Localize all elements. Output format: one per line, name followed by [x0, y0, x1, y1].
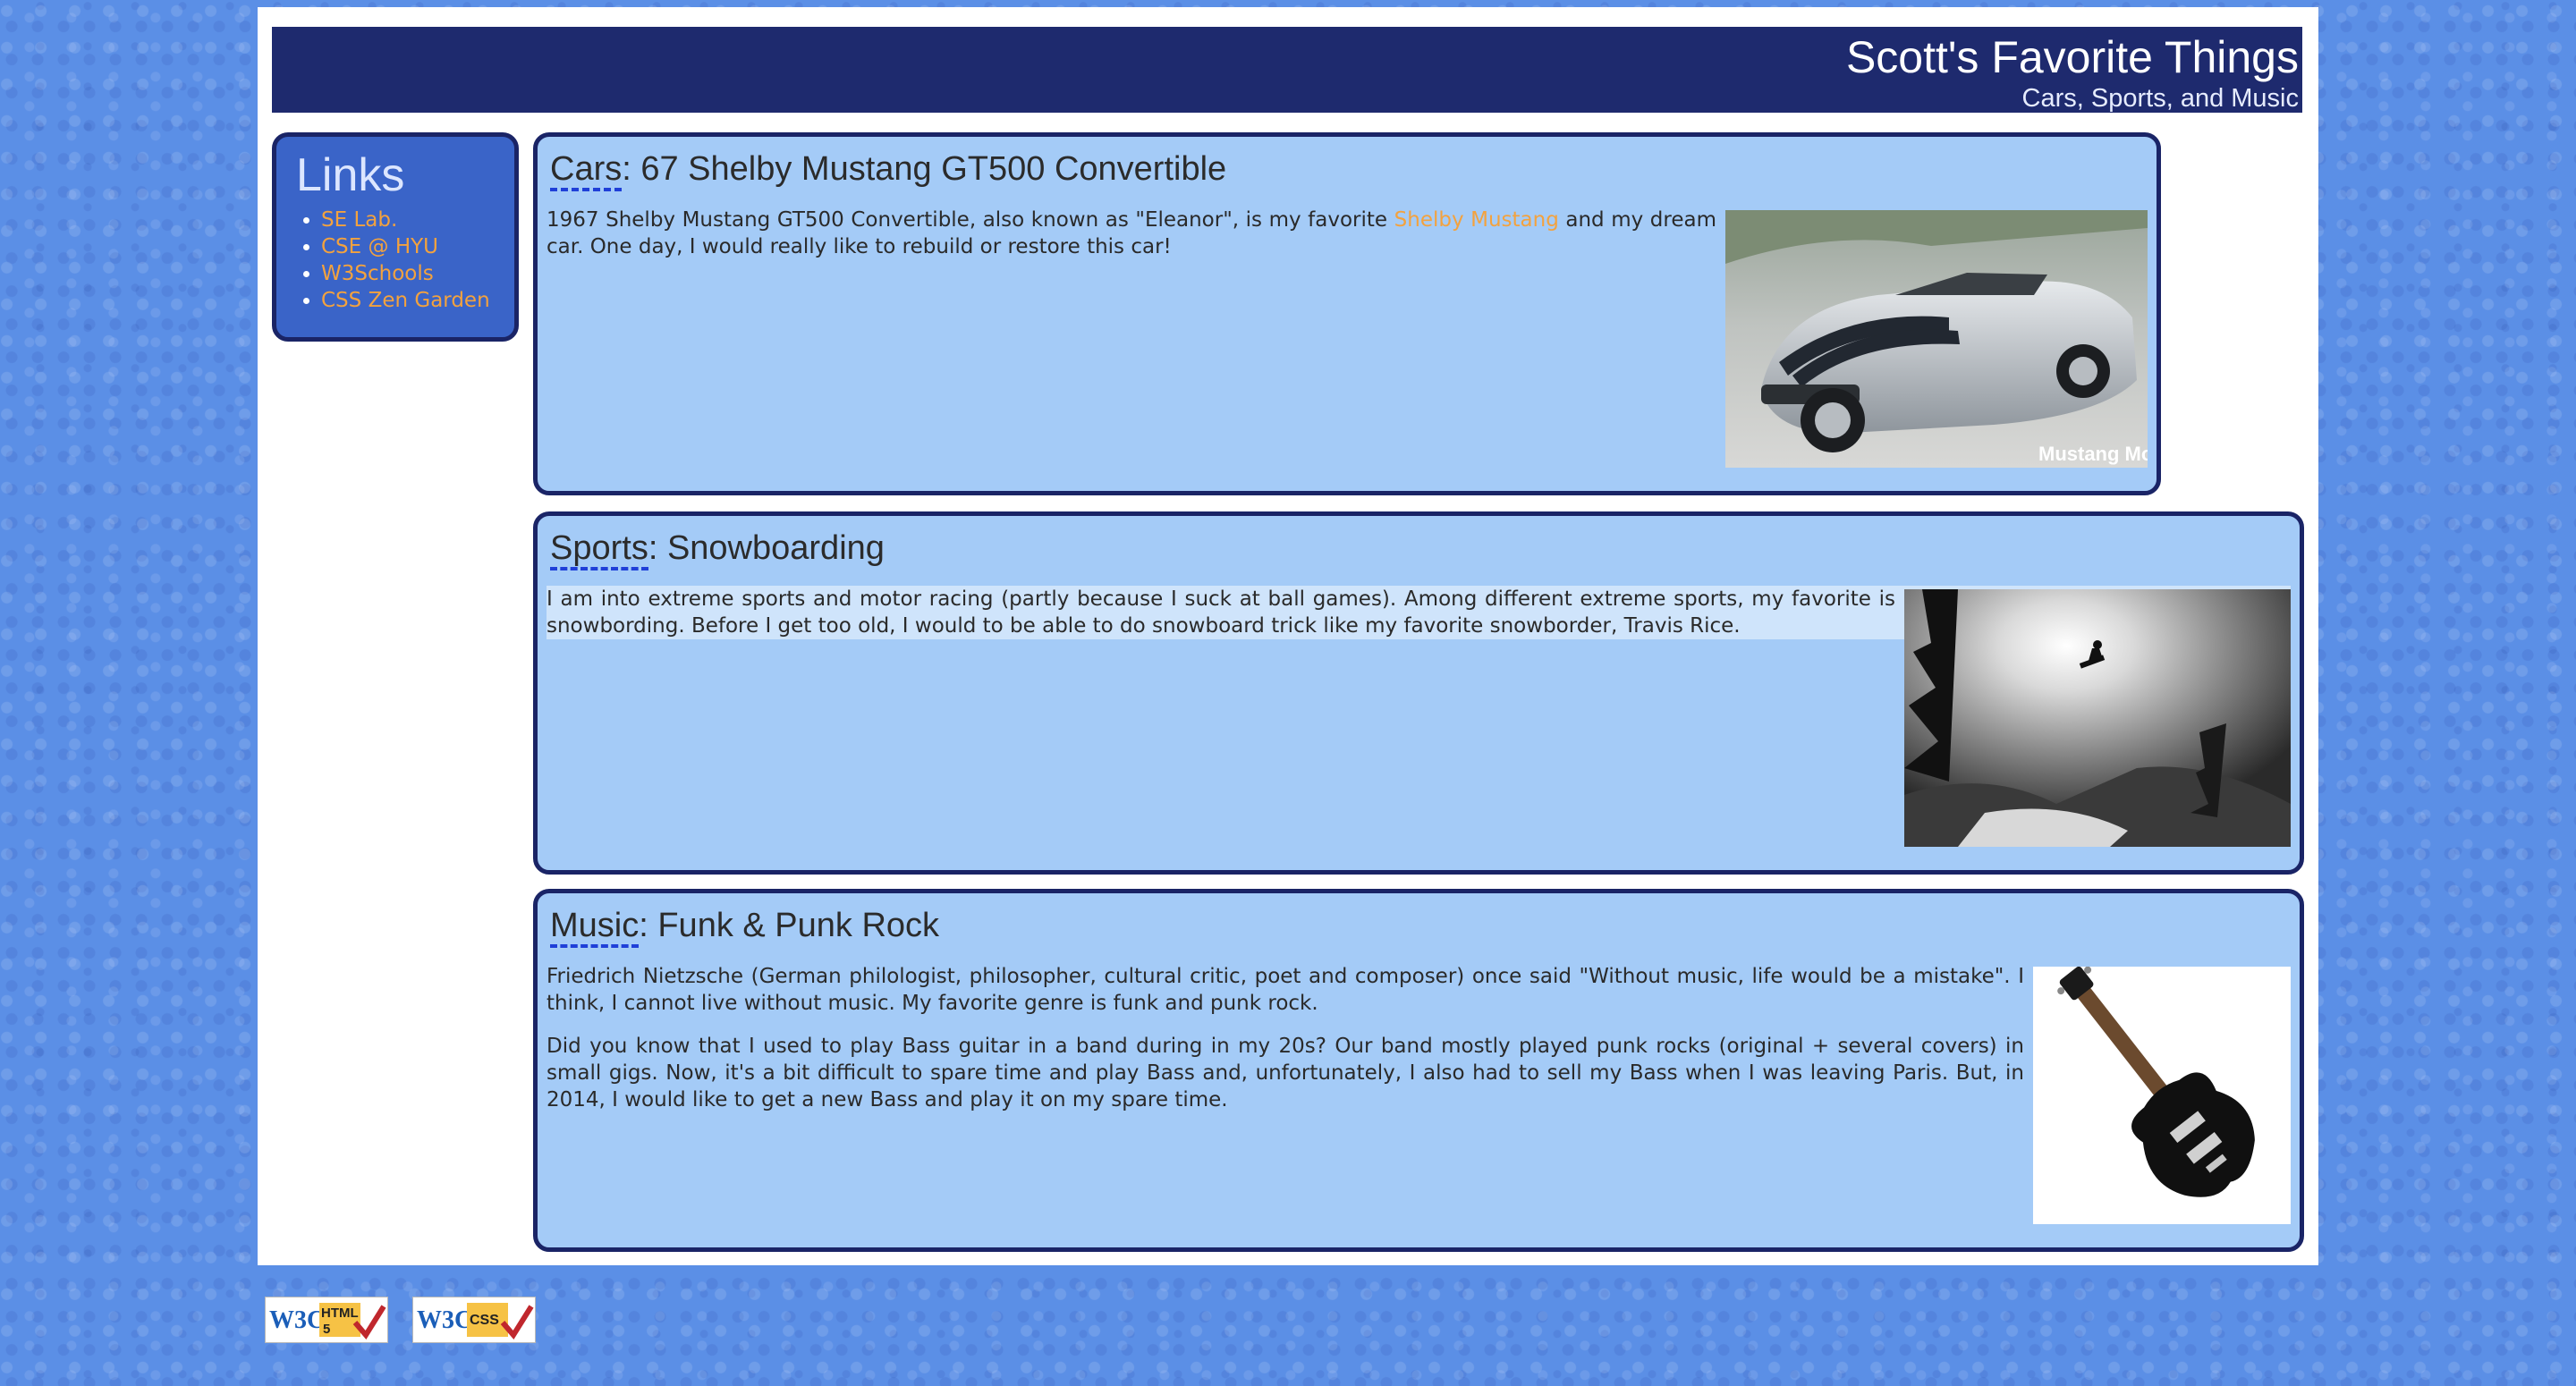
w3c-css-badge[interactable]: W3C CSS: [412, 1297, 537, 1343]
w3c-html5-badge[interactable]: W3C HTML 5: [265, 1297, 388, 1343]
w3c-css-badge-graphic: W3C CSS: [417, 1303, 534, 1340]
w3c-html-badge-graphic: W3C HTML 5: [269, 1303, 386, 1340]
site-header: Scott's Favorite Things Cars, Sports, an…: [272, 27, 2302, 113]
list-item: CSS Zen Garden: [321, 287, 500, 314]
music-paragraph-1: Friedrich Nietzsche (German philologist,…: [547, 965, 2024, 1015]
links-sidebar: Links SE Lab. CSE @ HYU W3Schools CSS Ze…: [272, 132, 519, 342]
link-css-zen-garden[interactable]: CSS Zen Garden: [321, 289, 490, 312]
snowboarder-image: [1904, 589, 2291, 847]
svg-text:W3C: W3C: [269, 1306, 325, 1334]
shelby-mustang-link[interactable]: Shelby Mustang: [1394, 208, 1559, 232]
music-paragraph-2: Did you know that I used to play Bass gu…: [547, 1035, 2024, 1111]
sports-title: : Snowboarding: [648, 529, 885, 567]
cars-heading: Cars: 67 Shelby Mustang GT500 Convertibl…: [550, 148, 2148, 191]
links-list: SE Lab. CSE @ HYU W3Schools CSS Zen Gard…: [291, 207, 500, 314]
link-se-lab[interactable]: SE Lab.: [321, 208, 397, 232]
svg-text:CSS: CSS: [470, 1313, 499, 1328]
cars-title: : 67 Shelby Mustang GT500 Convertible: [622, 150, 1227, 188]
link-w3schools[interactable]: W3Schools: [321, 262, 434, 285]
site-title: Scott's Favorite Things: [1845, 32, 2299, 82]
music-title: : Funk & Punk Rock: [639, 907, 940, 944]
sports-section: Sports: Snowboarding I am into extreme s…: [533, 511, 2304, 875]
svg-text:W3C: W3C: [417, 1306, 472, 1334]
links-heading: Links: [296, 149, 405, 201]
validation-badges: W3C HTML 5 W3C CSS: [265, 1297, 555, 1343]
list-item: W3Schools: [321, 260, 500, 287]
list-item: CSE @ HYU: [321, 233, 500, 260]
music-heading: Music: Funk & Punk Rock: [550, 904, 2291, 948]
sports-heading: Sports: Snowboarding: [550, 527, 2291, 570]
music-section: Music: Funk & Punk Rock Friedrich Nietzs…: [533, 889, 2304, 1252]
site-subtitle: Cars, Sports, and Music: [2021, 84, 2299, 113]
sports-category: Sports: [550, 529, 648, 570]
list-item: SE Lab.: [321, 207, 500, 233]
cars-section: Cars: 67 Shelby Mustang GT500 Convertibl…: [533, 132, 2161, 495]
mustang-watermark: Mustang Monthly: [2038, 443, 2148, 465]
svg-text:HTML: HTML: [321, 1306, 359, 1321]
mustang-image: Mustang Monthly: [1725, 210, 2148, 468]
link-cse-hyu[interactable]: CSE @ HYU: [321, 235, 438, 258]
svg-text:5: 5: [323, 1322, 330, 1337]
cars-category: Cars: [550, 150, 623, 191]
bass-guitar-image: [2033, 967, 2291, 1224]
music-category: Music: [550, 907, 640, 948]
